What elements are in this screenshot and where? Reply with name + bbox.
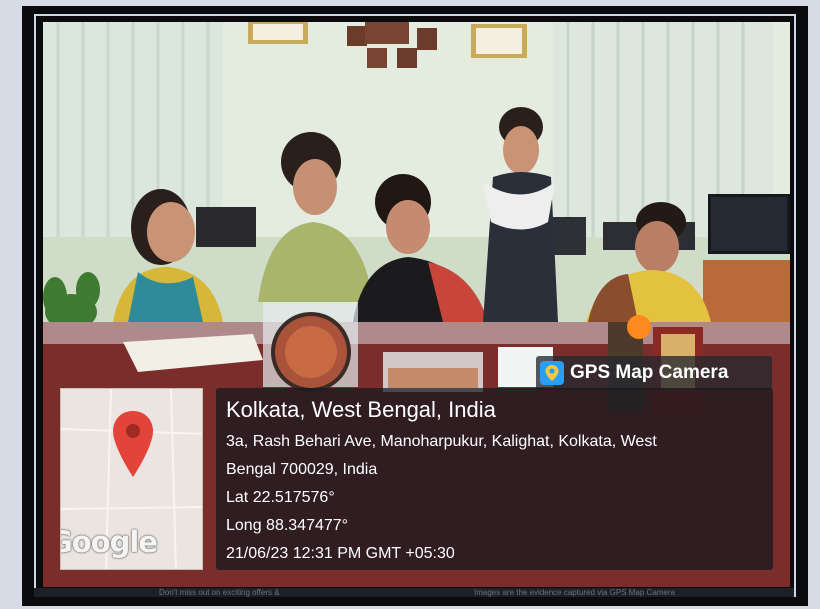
map-pin-app-icon (540, 361, 564, 385)
gps-map-camera-badge: GPS Map Camera (536, 356, 772, 390)
office-photo: GPS Map Camera Google Kolkata, West Beng… (43, 22, 790, 587)
location-info-panel: Kolkata, West Bengal, India 3a, Rash Beh… (216, 388, 773, 570)
app-name-label: GPS Map Camera (570, 362, 729, 383)
address-line-2: Bengal 700029, India (226, 461, 378, 478)
address-line-1: 3a, Rash Behari Ave, Manoharpukur, Kalig… (226, 433, 657, 450)
ticker-right-text: Images are the evidence captured via GPS… (474, 588, 675, 597)
latitude-text: Lat 22.517576° (226, 489, 335, 506)
map-thumbnail: Google (60, 388, 203, 570)
google-logo: Google (61, 525, 158, 559)
location-pin-icon (113, 411, 153, 477)
ticker-left-text: Don't miss out on exciting offers & (159, 588, 280, 597)
longitude-text: Long 88.347477° (226, 517, 349, 534)
bottom-ticker: Don't miss out on exciting offers & Imag… (34, 588, 794, 597)
datetime-text: 21/06/23 12:31 PM GMT +05:30 (226, 545, 455, 562)
location-title: Kolkata, West Bengal, India (226, 397, 496, 422)
